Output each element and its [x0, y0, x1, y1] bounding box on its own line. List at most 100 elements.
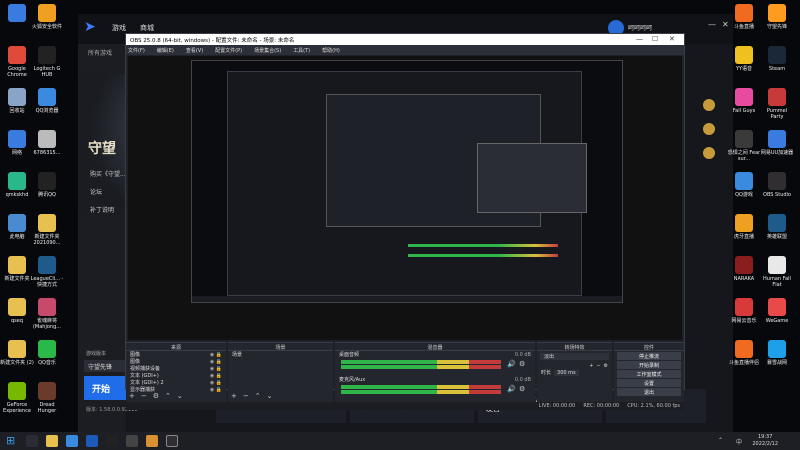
start-recording-button[interactable]: 开始录制 [617, 361, 681, 369]
star-icon[interactable] [703, 99, 715, 111]
gear-icon[interactable]: ⚙ [153, 392, 159, 400]
maximize-icon[interactable]: ☐ [652, 35, 658, 43]
source-item[interactable]: 图像 ◉ 🔒 [126, 351, 226, 359]
desktop-icon[interactable]: QQ游戏 [727, 172, 761, 198]
clock[interactable]: 19:37 2022/2/12 [752, 434, 778, 448]
desktop-icon[interactable]: Steam [760, 46, 794, 72]
app-icon[interactable] [126, 435, 138, 447]
visibility-icon[interactable]: ◉ 🔒 [210, 387, 222, 393]
game-icon[interactable] [703, 123, 715, 135]
link-patch-notes[interactable]: 补丁说明 [90, 205, 126, 214]
up-icon[interactable]: ⌃ [165, 392, 171, 400]
desktop-icon[interactable]: Human Fall Flat [760, 256, 794, 288]
desktop-icon[interactable]: 新建文件夹 (2) [0, 340, 34, 366]
desktop-icon[interactable] [0, 4, 34, 24]
desktop-icon[interactable]: 6786315... [30, 130, 64, 156]
remove-icon[interactable]: − [596, 363, 600, 369]
add-icon[interactable]: + [231, 392, 237, 400]
speaker-icon[interactable]: 🔊 [507, 360, 516, 368]
menu-profile[interactable]: 配置文件(P) [215, 47, 242, 54]
minimize-icon[interactable]: — [636, 35, 643, 43]
minimize-icon[interactable]: — [708, 20, 716, 29]
gear-icon[interactable]: ⚙ [519, 360, 525, 368]
link-forum[interactable]: 论坛 [90, 187, 126, 196]
windows-start-icon[interactable]: ⊞ [6, 435, 18, 447]
desktop-icon[interactable]: 虎牙直播 [727, 214, 761, 240]
source-item[interactable]: 视频捕获设备 ◉ 🔒 [126, 365, 226, 373]
desktop-icon[interactable]: 斗鱼直播 [727, 4, 761, 30]
game-icon[interactable] [703, 147, 715, 159]
file-explorer-icon[interactable] [46, 435, 58, 447]
close-icon[interactable]: ✕ [669, 35, 675, 43]
menu-tools[interactable]: 工具(T) [293, 47, 310, 54]
link-buy[interactable]: 购买《守望... [90, 169, 126, 178]
settings-button[interactable]: 设置 [617, 379, 681, 387]
visibility-icon[interactable]: ◉ 🔒 [210, 366, 222, 372]
source-item[interactable]: 文本 (GDI+) ◉ 🔒 [126, 372, 226, 380]
menu-view[interactable]: 查看(V) [186, 47, 203, 54]
visibility-icon[interactable]: ◉ 🔒 [210, 380, 222, 386]
desktop-icon[interactable]: 雀魂麻将 (Mahjong... [30, 298, 64, 330]
steam-icon[interactable] [106, 435, 118, 447]
remove-icon[interactable]: − [141, 392, 147, 400]
exit-button[interactable]: 退出 [617, 388, 681, 396]
desktop-icon[interactable]: NARAKA [727, 256, 761, 282]
studio-mode-button[interactable]: 工作室模式 [617, 370, 681, 378]
desktop-icon[interactable]: QQ浏览器 [30, 88, 64, 114]
add-icon[interactable]: + [129, 392, 135, 400]
menu-edit[interactable]: 编辑(E) [157, 47, 174, 54]
transition-select[interactable]: 淡出 [540, 353, 609, 360]
visibility-icon[interactable]: ◉ 🔒 [210, 373, 222, 379]
desktop-icon[interactable]: 网络 [0, 130, 34, 156]
add-icon[interactable]: + [589, 363, 593, 369]
desktop-icon[interactable]: OBS Studio [760, 172, 794, 198]
desktop-icon[interactable]: 回收站 [0, 88, 34, 114]
battlenet-icon[interactable] [86, 435, 98, 447]
speaker-icon[interactable]: 🔊 [507, 385, 516, 393]
desktop-icon[interactable]: 恐惧之间 Fear sur... [727, 130, 761, 162]
edge-icon[interactable] [66, 435, 78, 447]
obs-icon[interactable] [166, 435, 178, 447]
desktop-icon[interactable]: QQ音乐 [30, 340, 64, 366]
search-icon[interactable] [26, 435, 38, 447]
desktop-icon[interactable]: Pummel Party [760, 88, 794, 120]
desktop-icon[interactable]: Logitech G HUB [30, 46, 64, 78]
desktop-icon[interactable]: LeagueCli... - 快捷方式 [30, 256, 64, 288]
desktop-icon[interactable]: 网易UU加速器 [760, 130, 794, 156]
desktop-icon[interactable]: 此电脑 [0, 214, 34, 240]
desktop-icon[interactable]: qseq [0, 298, 34, 324]
scene-item[interactable]: 场景 [228, 351, 333, 358]
visibility-icon[interactable]: ◉ 🔒 [210, 359, 222, 365]
source-item[interactable]: 图像 ◉ 🔒 [126, 358, 226, 366]
ime-indicator[interactable]: 中 [736, 437, 742, 446]
menu-scene-collection[interactable]: 场景集合(S) [254, 47, 281, 54]
desktop-icon[interactable]: 新建文件夹 [0, 256, 34, 282]
battlenet-logo-icon[interactable]: ➤ [84, 20, 100, 34]
down-icon[interactable]: ⌄ [177, 392, 183, 400]
gear-icon[interactable]: ⚙ [604, 363, 608, 369]
desktop-icon[interactable]: 网易云音乐 [727, 298, 761, 324]
desktop-icon[interactable]: Fall Guys [727, 88, 761, 114]
stop-streaming-button[interactable]: 停止推流 [617, 352, 681, 360]
desktop-icon[interactable]: 腾讯QQ [30, 172, 64, 198]
desktop-icon[interactable]: GeForce Experience [0, 382, 34, 414]
up-icon[interactable]: ⌃ [255, 392, 261, 400]
desktop-icon[interactable]: 英雄联盟 [760, 214, 794, 240]
desktop-icon[interactable]: 新建文件夹 2021090... [30, 214, 64, 246]
duration-input[interactable]: 300 ms [554, 369, 579, 376]
down-icon[interactable]: ⌄ [267, 392, 273, 400]
preview-canvas[interactable] [191, 60, 623, 303]
menu-file[interactable]: 文件(F) [128, 47, 145, 54]
library-title[interactable]: 所有游戏 [88, 48, 112, 57]
desktop-icon[interactable]: WeGame [760, 298, 794, 324]
visibility-icon[interactable]: ◉ 🔒 [210, 352, 222, 358]
desktop-icon[interactable]: 暴雪战网 [760, 340, 794, 366]
desktop-icon[interactable]: 守望先锋 [760, 4, 794, 30]
tab-shop[interactable]: 商城 [140, 23, 154, 33]
desktop-icon[interactable]: Google Chrome [0, 46, 34, 78]
desktop-icon[interactable]: Dread Hunger [30, 382, 64, 414]
desktop-icon[interactable]: YY语音 [727, 46, 761, 72]
remove-icon[interactable]: − [243, 392, 249, 400]
desktop-icon[interactable]: 火狐安全软件 [30, 4, 64, 30]
desktop-icon[interactable]: qmkskhd [0, 172, 34, 198]
